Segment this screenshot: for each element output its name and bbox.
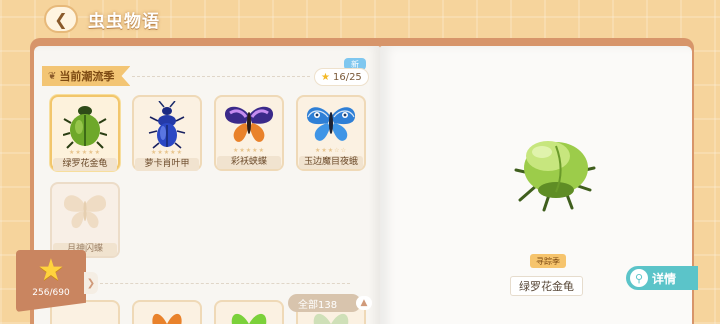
chevron-left-icon: ❮ [54, 9, 68, 29]
details-label: 详情 [652, 271, 677, 286]
back-button[interactable]: ❮ [44, 5, 78, 33]
details-button[interactable]: ⚲ 详情 [626, 266, 698, 290]
card-label: 彩袄蛱蝶 [217, 156, 281, 169]
chevron-up-icon[interactable]: ▲ [356, 296, 372, 310]
total-count-pill[interactable]: 全部138 [288, 294, 362, 312]
rarity-stars: ★★★☆☆ [315, 147, 347, 154]
collection-ribbon[interactable]: ★ 256/690 [16, 250, 86, 312]
blue-beetle-icon [139, 101, 195, 149]
insect-card-partial[interactable] [132, 300, 202, 324]
card-label: 萝卡肖叶甲 [135, 158, 199, 171]
rarity-stars: ★★★★★ [69, 149, 101, 156]
page-title: 虫虫物语 [88, 11, 160, 32]
star-icon: ★ [37, 253, 65, 288]
divider [100, 283, 350, 284]
card-label: 绿罗花金龟 [53, 158, 117, 171]
insect-card[interactable]: ★★★★★ 彩袄蛱蝶 [214, 95, 284, 171]
insect-card-locked[interactable]: 月神闪蝶 [50, 182, 120, 258]
beetle-3d-model[interactable] [506, 128, 602, 218]
rarity-stars: ★★★★★ [151, 149, 183, 156]
card-label: 玉边魔目夜蛾 [299, 156, 363, 169]
detail-name: 绿罗花金龟 [510, 276, 583, 296]
green-beetle-icon [57, 101, 113, 149]
insect-card[interactable]: ★★★★★ 萝卡肖叶甲 [132, 95, 202, 171]
butterfly-silhouette-icon [57, 188, 113, 235]
season-label: 当前潮流季 [59, 70, 115, 83]
season-progress: ★ 16/25 [314, 68, 369, 86]
insect-card[interactable]: ★★★★★ 绿罗花金龟 [50, 95, 120, 171]
header: ❮ 虫虫物语 [44, 4, 160, 34]
season-chip: 寻踪季 [530, 254, 566, 268]
search-icon: ⚲ [630, 269, 648, 287]
insect-card[interactable]: ★★★☆☆ 玉边魔目夜蛾 [296, 95, 366, 171]
collection-count: 256/690 [32, 288, 70, 298]
season-progress-value: 16/25 [332, 71, 362, 83]
season-tag: ❦ 当前潮流季 [42, 66, 131, 86]
star-icon: ★ [321, 71, 330, 83]
divider [132, 76, 310, 77]
blue-moth-icon [303, 101, 359, 147]
chevron-right-icon[interactable]: ❯ [84, 272, 98, 294]
butterfly-icon: ❦ [48, 70, 57, 82]
insect-card-partial[interactable] [214, 300, 284, 324]
rarity-stars: ★★★★★ [233, 147, 265, 154]
purple-butterfly-icon [221, 101, 277, 147]
